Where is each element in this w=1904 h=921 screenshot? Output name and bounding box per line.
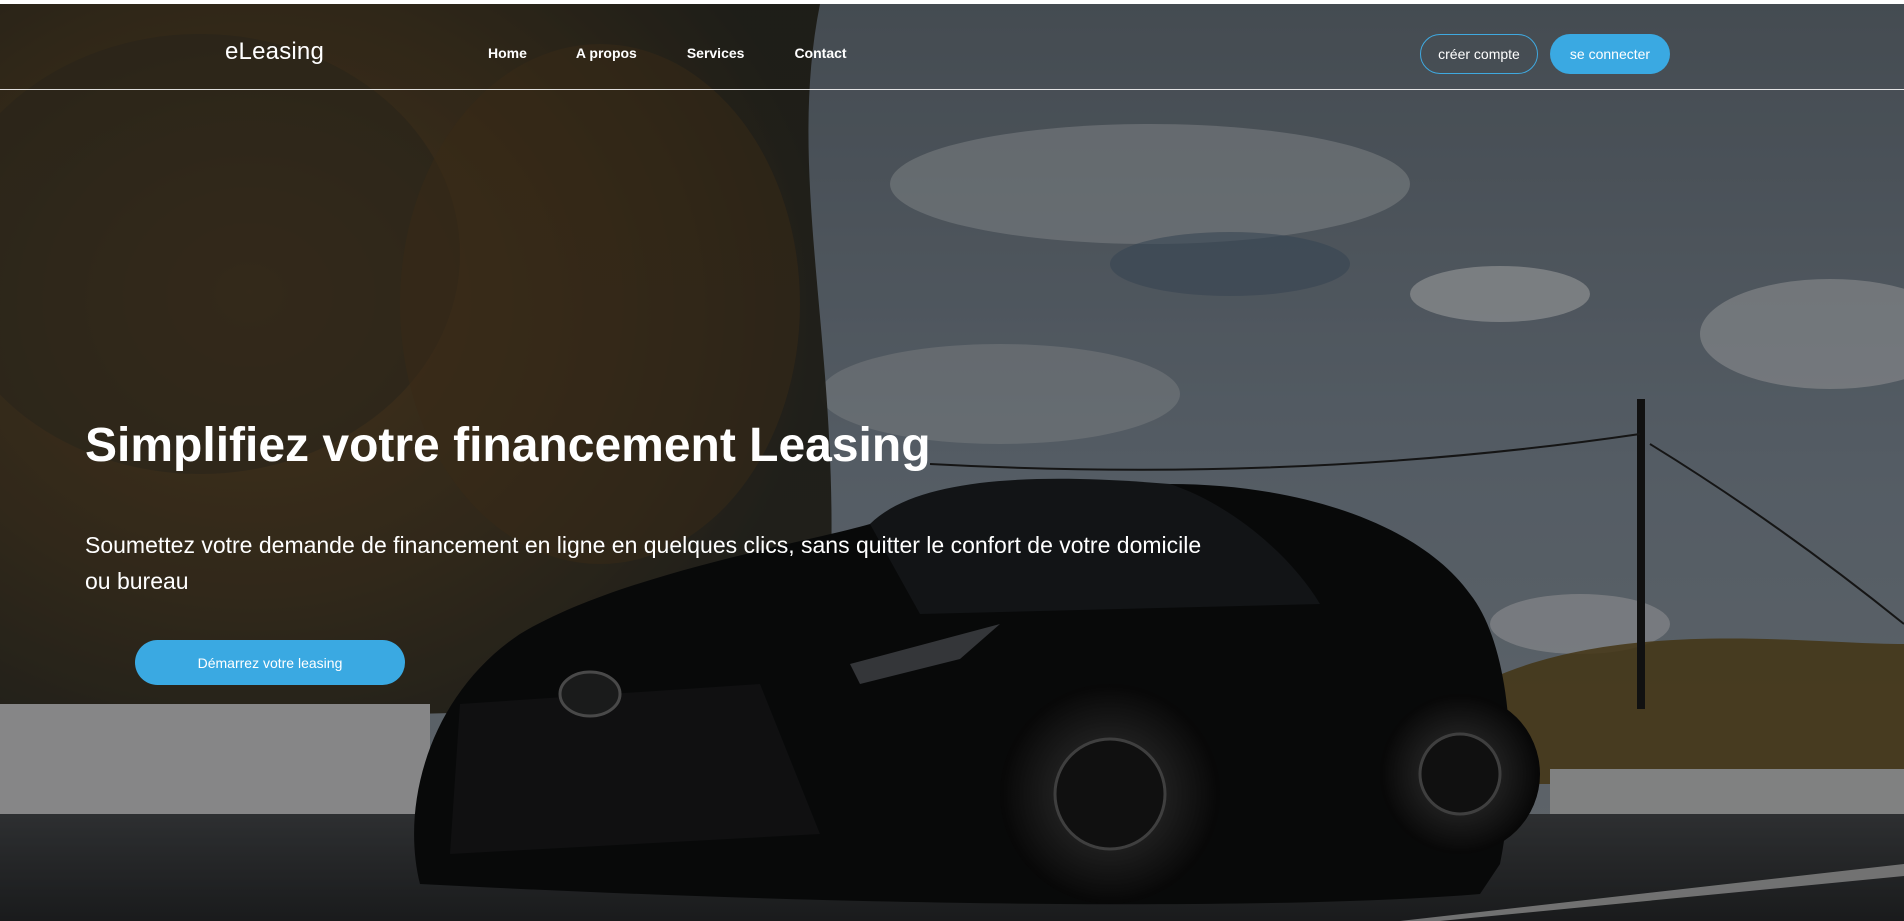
create-account-button[interactable]: créer compte bbox=[1420, 34, 1538, 74]
nav-link-a-propos[interactable]: A propos bbox=[576, 45, 637, 61]
start-leasing-button[interactable]: Démarrez votre leasing bbox=[135, 640, 405, 685]
hero-title: Simplifiez votre financement Leasing bbox=[85, 419, 931, 472]
login-button[interactable]: se connecter bbox=[1550, 34, 1670, 74]
nav-link-home[interactable]: Home bbox=[488, 45, 527, 61]
hero-subtitle: Soumettez votre demande de financement e… bbox=[85, 532, 1202, 594]
nav-links: Home A propos Services Contact bbox=[488, 45, 847, 61]
top-navbar: eLeasing Home A propos Services Contact … bbox=[0, 4, 1904, 90]
nav-link-services[interactable]: Services bbox=[687, 45, 745, 61]
brand-logo[interactable]: eLeasing bbox=[225, 38, 324, 66]
nav-link-contact[interactable]: Contact bbox=[794, 45, 846, 61]
